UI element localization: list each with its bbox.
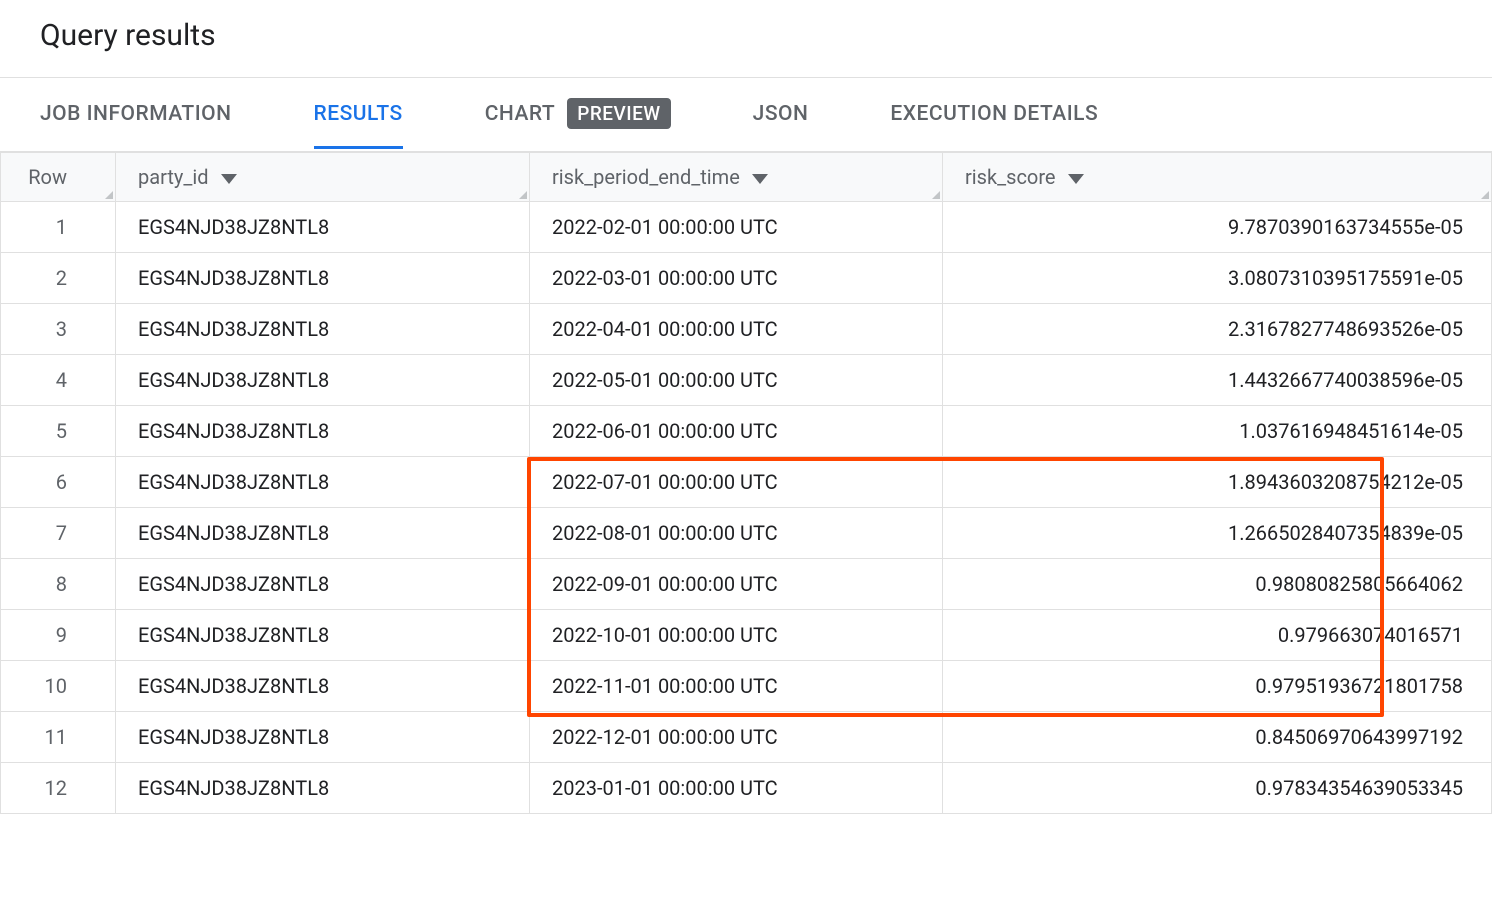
col-label: party_id bbox=[138, 165, 209, 189]
cell-row-number: 5 bbox=[1, 406, 116, 457]
cell-row-number: 12 bbox=[1, 763, 116, 814]
cell-row-number: 3 bbox=[1, 304, 116, 355]
col-label: Row bbox=[28, 165, 67, 189]
tab-json[interactable]: JSON bbox=[753, 82, 809, 149]
cell-risk-score: 9.7870390163734555e-05 bbox=[943, 202, 1492, 253]
tab-label: JOB INFORMATION bbox=[40, 102, 232, 126]
table-row: 3EGS4NJD38JZ8NTL82022-04-01 00:00:00 UTC… bbox=[1, 304, 1492, 355]
cell-risk-period-end-time: 2022-10-01 00:00:00 UTC bbox=[530, 610, 943, 661]
tab-execution-details[interactable]: EXECUTION DETAILS bbox=[890, 82, 1098, 149]
cell-risk-score: 0.97834354639053345 bbox=[943, 763, 1492, 814]
table-row: 5EGS4NJD38JZ8NTL82022-06-01 00:00:00 UTC… bbox=[1, 406, 1492, 457]
caret-down-icon bbox=[752, 165, 768, 189]
tab-results[interactable]: RESULTS bbox=[314, 82, 403, 149]
cell-risk-period-end-time: 2022-06-01 00:00:00 UTC bbox=[530, 406, 943, 457]
resize-handle-icon[interactable] bbox=[930, 189, 940, 199]
cell-risk-score: 1.8943603208754212e-05 bbox=[943, 457, 1492, 508]
cell-row-number: 10 bbox=[1, 661, 116, 712]
tab-chart[interactable]: CHART PREVIEW bbox=[485, 78, 671, 152]
cell-party-id: EGS4NJD38JZ8NTL8 bbox=[116, 559, 530, 610]
cell-party-id: EGS4NJD38JZ8NTL8 bbox=[116, 406, 530, 457]
cell-risk-period-end-time: 2022-04-01 00:00:00 UTC bbox=[530, 304, 943, 355]
results-table-wrapper: Row party_id risk_period_end_time bbox=[0, 152, 1492, 814]
cell-risk-period-end-time: 2022-09-01 00:00:00 UTC bbox=[530, 559, 943, 610]
col-header-risk-period-end-time[interactable]: risk_period_end_time bbox=[530, 153, 943, 202]
cell-party-id: EGS4NJD38JZ8NTL8 bbox=[116, 253, 530, 304]
cell-party-id: EGS4NJD38JZ8NTL8 bbox=[116, 457, 530, 508]
cell-risk-score: 0.84506970643997192 bbox=[943, 712, 1492, 763]
table-row: 10EGS4NJD38JZ8NTL82022-11-01 00:00:00 UT… bbox=[1, 661, 1492, 712]
table-row: 2EGS4NJD38JZ8NTL82022-03-01 00:00:00 UTC… bbox=[1, 253, 1492, 304]
cell-row-number: 11 bbox=[1, 712, 116, 763]
cell-party-id: EGS4NJD38JZ8NTL8 bbox=[116, 661, 530, 712]
cell-risk-score: 1.037616948451614e-05 bbox=[943, 406, 1492, 457]
page-title: Query results bbox=[40, 18, 1452, 53]
caret-down-icon bbox=[1068, 165, 1084, 189]
table-row: 1EGS4NJD38JZ8NTL82022-02-01 00:00:00 UTC… bbox=[1, 202, 1492, 253]
cell-party-id: EGS4NJD38JZ8NTL8 bbox=[116, 355, 530, 406]
cell-party-id: EGS4NJD38JZ8NTL8 bbox=[116, 304, 530, 355]
tab-label: CHART bbox=[485, 102, 556, 126]
cell-risk-period-end-time: 2022-02-01 00:00:00 UTC bbox=[530, 202, 943, 253]
table-row: 6EGS4NJD38JZ8NTL82022-07-01 00:00:00 UTC… bbox=[1, 457, 1492, 508]
cell-party-id: EGS4NJD38JZ8NTL8 bbox=[116, 610, 530, 661]
resize-handle-icon[interactable] bbox=[103, 189, 113, 199]
cell-row-number: 4 bbox=[1, 355, 116, 406]
cell-risk-period-end-time: 2023-01-01 00:00:00 UTC bbox=[530, 763, 943, 814]
cell-row-number: 6 bbox=[1, 457, 116, 508]
table-row: 11EGS4NJD38JZ8NTL82022-12-01 00:00:00 UT… bbox=[1, 712, 1492, 763]
cell-risk-score: 0.979663074016571 bbox=[943, 610, 1492, 661]
table-row: 7EGS4NJD38JZ8NTL82022-08-01 00:00:00 UTC… bbox=[1, 508, 1492, 559]
preview-badge: PREVIEW bbox=[567, 98, 670, 129]
cell-risk-period-end-time: 2022-08-01 00:00:00 UTC bbox=[530, 508, 943, 559]
col-header-party-id[interactable]: party_id bbox=[116, 153, 530, 202]
resize-handle-icon[interactable] bbox=[517, 189, 527, 199]
cell-risk-score: 0.97951936721801758 bbox=[943, 661, 1492, 712]
cell-party-id: EGS4NJD38JZ8NTL8 bbox=[116, 763, 530, 814]
col-header-row[interactable]: Row bbox=[1, 153, 116, 202]
col-label: risk_period_end_time bbox=[552, 165, 740, 189]
cell-party-id: EGS4NJD38JZ8NTL8 bbox=[116, 508, 530, 559]
tab-job-information[interactable]: JOB INFORMATION bbox=[40, 82, 232, 149]
tabs-bar: JOB INFORMATION RESULTS CHART PREVIEW JS… bbox=[0, 78, 1492, 152]
col-header-risk-score[interactable]: risk_score bbox=[943, 153, 1492, 202]
cell-risk-period-end-time: 2022-12-01 00:00:00 UTC bbox=[530, 712, 943, 763]
table-row: 8EGS4NJD38JZ8NTL82022-09-01 00:00:00 UTC… bbox=[1, 559, 1492, 610]
cell-risk-score: 0.98080825805664062 bbox=[943, 559, 1492, 610]
cell-risk-score: 1.2665028407354839e-05 bbox=[943, 508, 1492, 559]
cell-risk-period-end-time: 2022-07-01 00:00:00 UTC bbox=[530, 457, 943, 508]
cell-party-id: EGS4NJD38JZ8NTL8 bbox=[116, 712, 530, 763]
tab-label: EXECUTION DETAILS bbox=[890, 102, 1098, 126]
cell-party-id: EGS4NJD38JZ8NTL8 bbox=[116, 202, 530, 253]
results-table: Row party_id risk_period_end_time bbox=[0, 152, 1492, 814]
col-label: risk_score bbox=[965, 165, 1056, 189]
cell-row-number: 7 bbox=[1, 508, 116, 559]
cell-row-number: 8 bbox=[1, 559, 116, 610]
tab-label: RESULTS bbox=[314, 102, 403, 126]
cell-risk-period-end-time: 2022-03-01 00:00:00 UTC bbox=[530, 253, 943, 304]
cell-risk-score: 2.3167827748693526e-05 bbox=[943, 304, 1492, 355]
tab-label: JSON bbox=[753, 102, 809, 126]
cell-risk-period-end-time: 2022-11-01 00:00:00 UTC bbox=[530, 661, 943, 712]
cell-risk-score: 1.4432667740038596e-05 bbox=[943, 355, 1492, 406]
resize-handle-icon[interactable] bbox=[1479, 189, 1489, 199]
table-row: 9EGS4NJD38JZ8NTL82022-10-01 00:00:00 UTC… bbox=[1, 610, 1492, 661]
cell-risk-score: 3.0807310395175591e-05 bbox=[943, 253, 1492, 304]
table-row: 4EGS4NJD38JZ8NTL82022-05-01 00:00:00 UTC… bbox=[1, 355, 1492, 406]
cell-risk-period-end-time: 2022-05-01 00:00:00 UTC bbox=[530, 355, 943, 406]
table-row: 12EGS4NJD38JZ8NTL82023-01-01 00:00:00 UT… bbox=[1, 763, 1492, 814]
cell-row-number: 2 bbox=[1, 253, 116, 304]
cell-row-number: 9 bbox=[1, 610, 116, 661]
caret-down-icon bbox=[221, 165, 237, 189]
cell-row-number: 1 bbox=[1, 202, 116, 253]
